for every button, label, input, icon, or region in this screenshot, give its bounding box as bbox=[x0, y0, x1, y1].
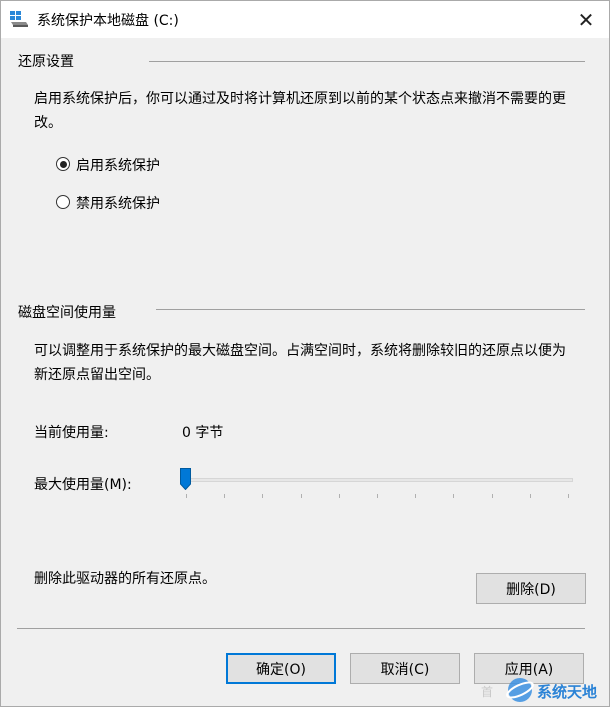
cancel-button[interactable]: 取消(C) bbox=[350, 653, 460, 684]
computer-icon bbox=[10, 11, 28, 27]
slider-tick bbox=[262, 494, 264, 498]
window-title: 系统保护本地磁盘 (C:) bbox=[37, 13, 179, 29]
delete-button[interactable]: 删除(D) bbox=[476, 573, 586, 604]
max-usage-label: 最大使用量(M): bbox=[34, 477, 132, 493]
delete-description: 删除此驱动器的所有还原点。 bbox=[34, 571, 216, 587]
restore-description: 启用系统保护后，你可以通过及时将计算机还原到以前的某个状态点来撤消不需要的更改。 bbox=[34, 91, 566, 131]
system-protection-dialog: 系统保护本地磁盘 (C:) ✕ 还原设置 启用系统保护后，你可以通过及时将计算机… bbox=[0, 0, 610, 707]
slider-tick bbox=[186, 494, 187, 498]
slider-tick bbox=[415, 494, 417, 498]
watermark-text: 系统天地 bbox=[537, 683, 598, 701]
slider-tick bbox=[338, 494, 340, 498]
ok-button[interactable]: 确定(O) bbox=[226, 653, 336, 684]
slider-tick bbox=[491, 494, 493, 498]
slider-tick bbox=[453, 494, 455, 498]
close-button[interactable]: ✕ bbox=[563, 1, 609, 38]
radio-disable-label: 禁用系统保护 bbox=[76, 196, 160, 212]
current-usage-label: 当前使用量: bbox=[34, 425, 109, 441]
radio-enable-label: 启用系统保护 bbox=[76, 158, 160, 174]
disk-usage-divider bbox=[156, 309, 585, 310]
slider-tick bbox=[568, 494, 569, 498]
current-usage-value: 0 字节 bbox=[182, 425, 224, 441]
footer-divider bbox=[17, 628, 585, 629]
disk-usage-heading: 磁盘空间使用量 bbox=[18, 305, 116, 321]
max-usage-slider-track[interactable] bbox=[183, 478, 573, 482]
slider-tick bbox=[224, 494, 226, 498]
radio-disable-protection[interactable]: 禁用系统保护 bbox=[56, 193, 216, 213]
max-usage-slider-thumb[interactable] bbox=[180, 468, 191, 490]
close-icon: ✕ bbox=[577, 7, 595, 32]
watermark: 系统天地 bbox=[499, 673, 609, 706]
watermark-logo-icon bbox=[506, 678, 534, 702]
radio-button[interactable] bbox=[56, 195, 70, 209]
restore-settings-heading: 还原设置 bbox=[18, 54, 74, 70]
slider-tick bbox=[529, 494, 531, 498]
watermark-ghost-text: 首 bbox=[481, 685, 494, 699]
radio-enable-protection[interactable]: 启用系统保护 bbox=[56, 155, 216, 175]
title-bar: 系统保护本地磁盘 (C:) ✕ bbox=[1, 1, 609, 38]
restore-settings-divider bbox=[149, 61, 585, 62]
slider-tick bbox=[377, 494, 378, 498]
disk-usage-description: 可以调整用于系统保护的最大磁盘空间。占满空间时，系统将删除较旧的还原点以便为新还… bbox=[34, 343, 566, 383]
slider-tick bbox=[300, 494, 302, 498]
radio-button-selected[interactable] bbox=[56, 157, 70, 171]
